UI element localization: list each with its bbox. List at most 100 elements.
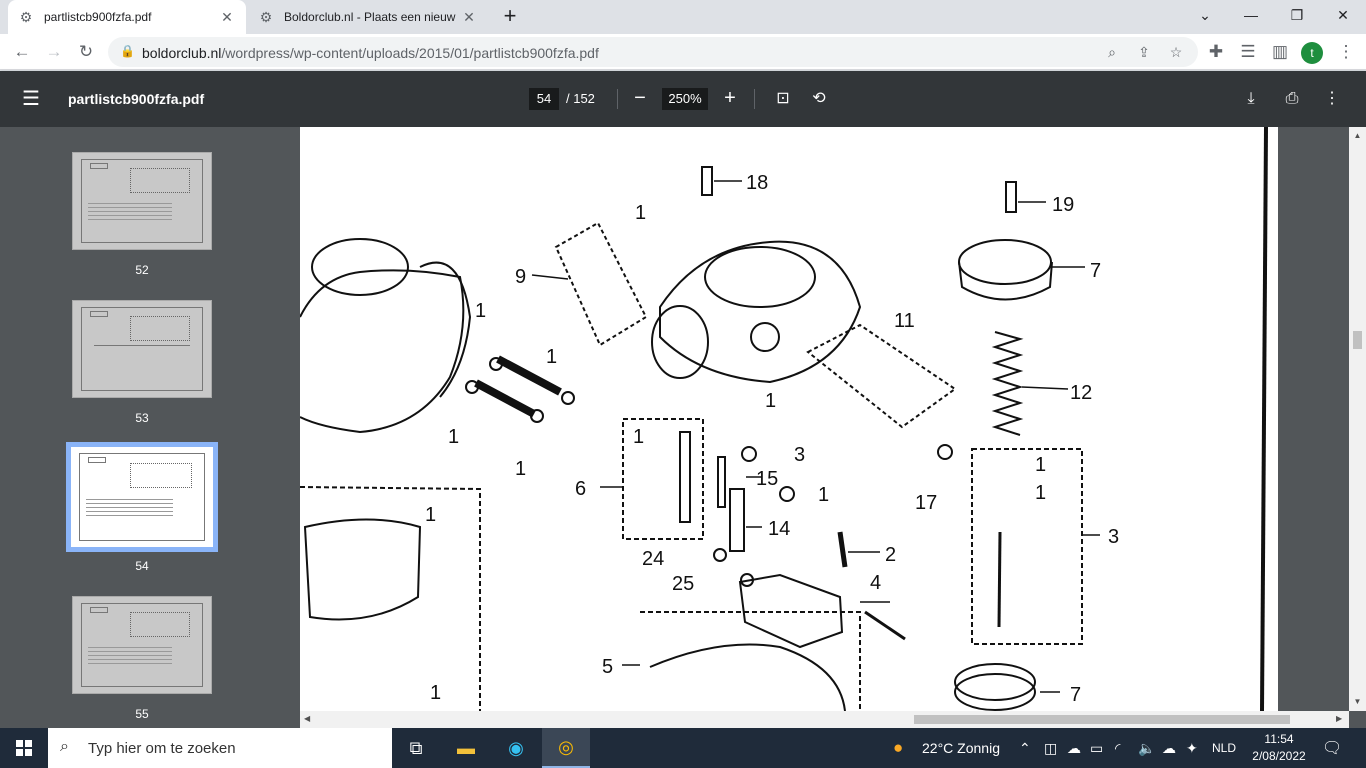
language-indicator[interactable]: NLD [1212,741,1236,755]
thumbnail-label: 53 [135,411,149,425]
clock[interactable]: 11:54 2/08/2022 [1248,731,1310,765]
reading-list-icon[interactable]: ☰ [1234,38,1262,66]
taskbar-search[interactable]: ⌕ Typ hier om te zoeken [48,728,392,768]
download-icon[interactable]: ⤓ [1240,89,1262,109]
file-explorer-icon[interactable]: ▬ [442,728,490,768]
accelerator-pump-box [806,323,957,429]
scroll-thumb[interactable] [914,715,1290,724]
more-options-icon[interactable]: ⋮ [1321,89,1343,109]
callout-1: 1 [635,202,646,224]
notifications-icon[interactable]: 🗨 [1322,738,1342,758]
horizontal-scrollbar[interactable]: ◀ ▶ [300,711,1349,728]
tab-pdf[interactable]: ⚙ partlistcb900fzfa.pdf ✕ [8,0,246,34]
network-icon[interactable]: ◜ [1115,740,1120,757]
needle-set-box [971,448,1083,645]
tab-search-chevron-icon[interactable]: ⌄ [1182,0,1228,30]
scroll-down-arrow-icon[interactable]: ▼ [1349,697,1366,706]
zoom-level-input[interactable]: 250% [662,88,708,110]
callout-25: 25 [672,573,694,595]
screw-19 [1005,181,1017,213]
tab-title: Boldorclub.nl - Plaats een nieuw [284,10,456,24]
battery-icon[interactable]: ▭ [1090,740,1103,757]
callout-18: 18 [746,172,768,194]
scroll-thumb[interactable] [1353,331,1362,349]
leader-line [531,274,569,280]
page-thumbnail-53[interactable] [72,300,212,398]
edge-icon[interactable]: ◉ [492,728,540,768]
callout-3: 3 [1108,526,1119,548]
share-icon[interactable]: ⇪ [1134,42,1154,62]
browser-menu-icon[interactable]: ⋮ [1332,38,1360,66]
close-tab-icon[interactable]: ✕ [218,9,236,26]
close-window-button[interactable]: ✕ [1320,0,1366,30]
scroll-left-arrow-icon[interactable]: ◀ [304,714,310,723]
tab-title: partlistcb900fzfa.pdf [44,10,152,24]
meet-now-icon[interactable]: ◫ [1044,740,1057,757]
bookmark-star-icon[interactable]: ☆ [1166,42,1186,62]
tab-boldorclub[interactable]: ⚙ Boldorclub.nl - Plaats een nieuw ✕ [248,0,488,34]
address-bar[interactable]: 🔒 boldorclub.nl/wordpress/wp-content/upl… [108,37,1198,67]
thumbnail-sidebar[interactable]: 52 53 54 55 [0,127,284,728]
o-ring [561,391,575,405]
zoom-out-button[interactable]: − [629,87,651,111]
callout-1: 1 [546,346,557,368]
start-button[interactable] [0,728,48,768]
page-thumbnail-54[interactable] [66,442,218,552]
zoom-in-button[interactable]: + [719,87,741,111]
fit-to-page-icon[interactable]: ⊡ [772,89,794,109]
thumb-header [88,457,106,463]
thumb-diagram [130,316,190,341]
diaphragm-piston [954,663,1036,701]
zoom-icon[interactable]: ⌕ [1102,42,1122,62]
hamburger-menu-icon[interactable]: ☰ [22,89,40,109]
minimize-button[interactable]: — [1228,0,1274,30]
top-cap-body [958,261,1053,301]
pump-screw [937,444,953,460]
tray-chevron-icon[interactable]: ⌃ [1019,740,1031,757]
close-tab-icon[interactable]: ✕ [460,9,478,26]
leader-line [1021,386,1069,390]
pilot-jet-cap [741,446,757,462]
page-thumbnail-55[interactable] [72,596,212,694]
back-button[interactable]: ← [8,38,36,66]
page-number-input[interactable]: 54 [529,88,559,110]
callout-7: 7 [1070,684,1081,706]
needle-jet [729,488,745,552]
callout-9: 9 [515,266,526,288]
callout-1: 1 [818,484,829,506]
task-view-icon[interactable]: ⧉ [392,728,440,768]
page-thumbnail-52[interactable] [72,152,212,250]
toolbar-divider [754,89,755,109]
dropbox-icon[interactable]: ✦ [1186,740,1198,757]
onedrive-cloud-icon[interactable]: ☁ [1067,740,1081,757]
screw-2 [837,531,848,568]
rotate-icon[interactable]: ⟲ [808,89,830,109]
pdf-viewer[interactable]: 18 19 9 11 12 17 6 15 14 2 24 25 4 5 3 3… [284,127,1366,728]
vertical-scrollbar[interactable]: ▲ ▼ [1349,127,1366,711]
new-tab-button[interactable]: + [498,4,522,28]
callout-24: 24 [642,548,664,570]
scroll-up-arrow-icon[interactable]: ▲ [1349,131,1366,140]
forward-button[interactable]: → [40,38,68,66]
callout-1: 1 [633,426,644,448]
thumbnail-label: 54 [135,559,149,573]
reload-button[interactable]: ↻ [72,38,100,66]
print-icon[interactable]: ⎙ [1281,89,1303,109]
extensions-puzzle-icon[interactable]: ✚ [1202,38,1230,66]
weather-sun-icon[interactable]: ● [893,738,903,758]
callout-11: 11 [894,310,915,332]
restore-button[interactable]: ❐ [1274,0,1320,30]
body-port [750,322,780,352]
side-panel-icon[interactable]: ▥ [1266,38,1294,66]
profile-avatar[interactable]: t [1301,42,1323,64]
url-host: boldorclub.nl [142,45,222,61]
thumb-diagram [129,462,192,489]
onedrive-upload-icon[interactable]: ☁ [1162,740,1176,757]
diaphragm-piston-ring [954,673,1036,711]
scroll-right-arrow-icon[interactable]: ▶ [1336,714,1342,723]
lock-icon[interactable]: 🔒 [120,44,135,58]
volume-icon[interactable]: 🔈 [1138,740,1155,757]
chrome-icon[interactable]: ◎ [542,728,590,768]
callout-1: 1 [475,300,486,322]
weather-text[interactable]: 22°C Zonnig [922,740,1000,756]
